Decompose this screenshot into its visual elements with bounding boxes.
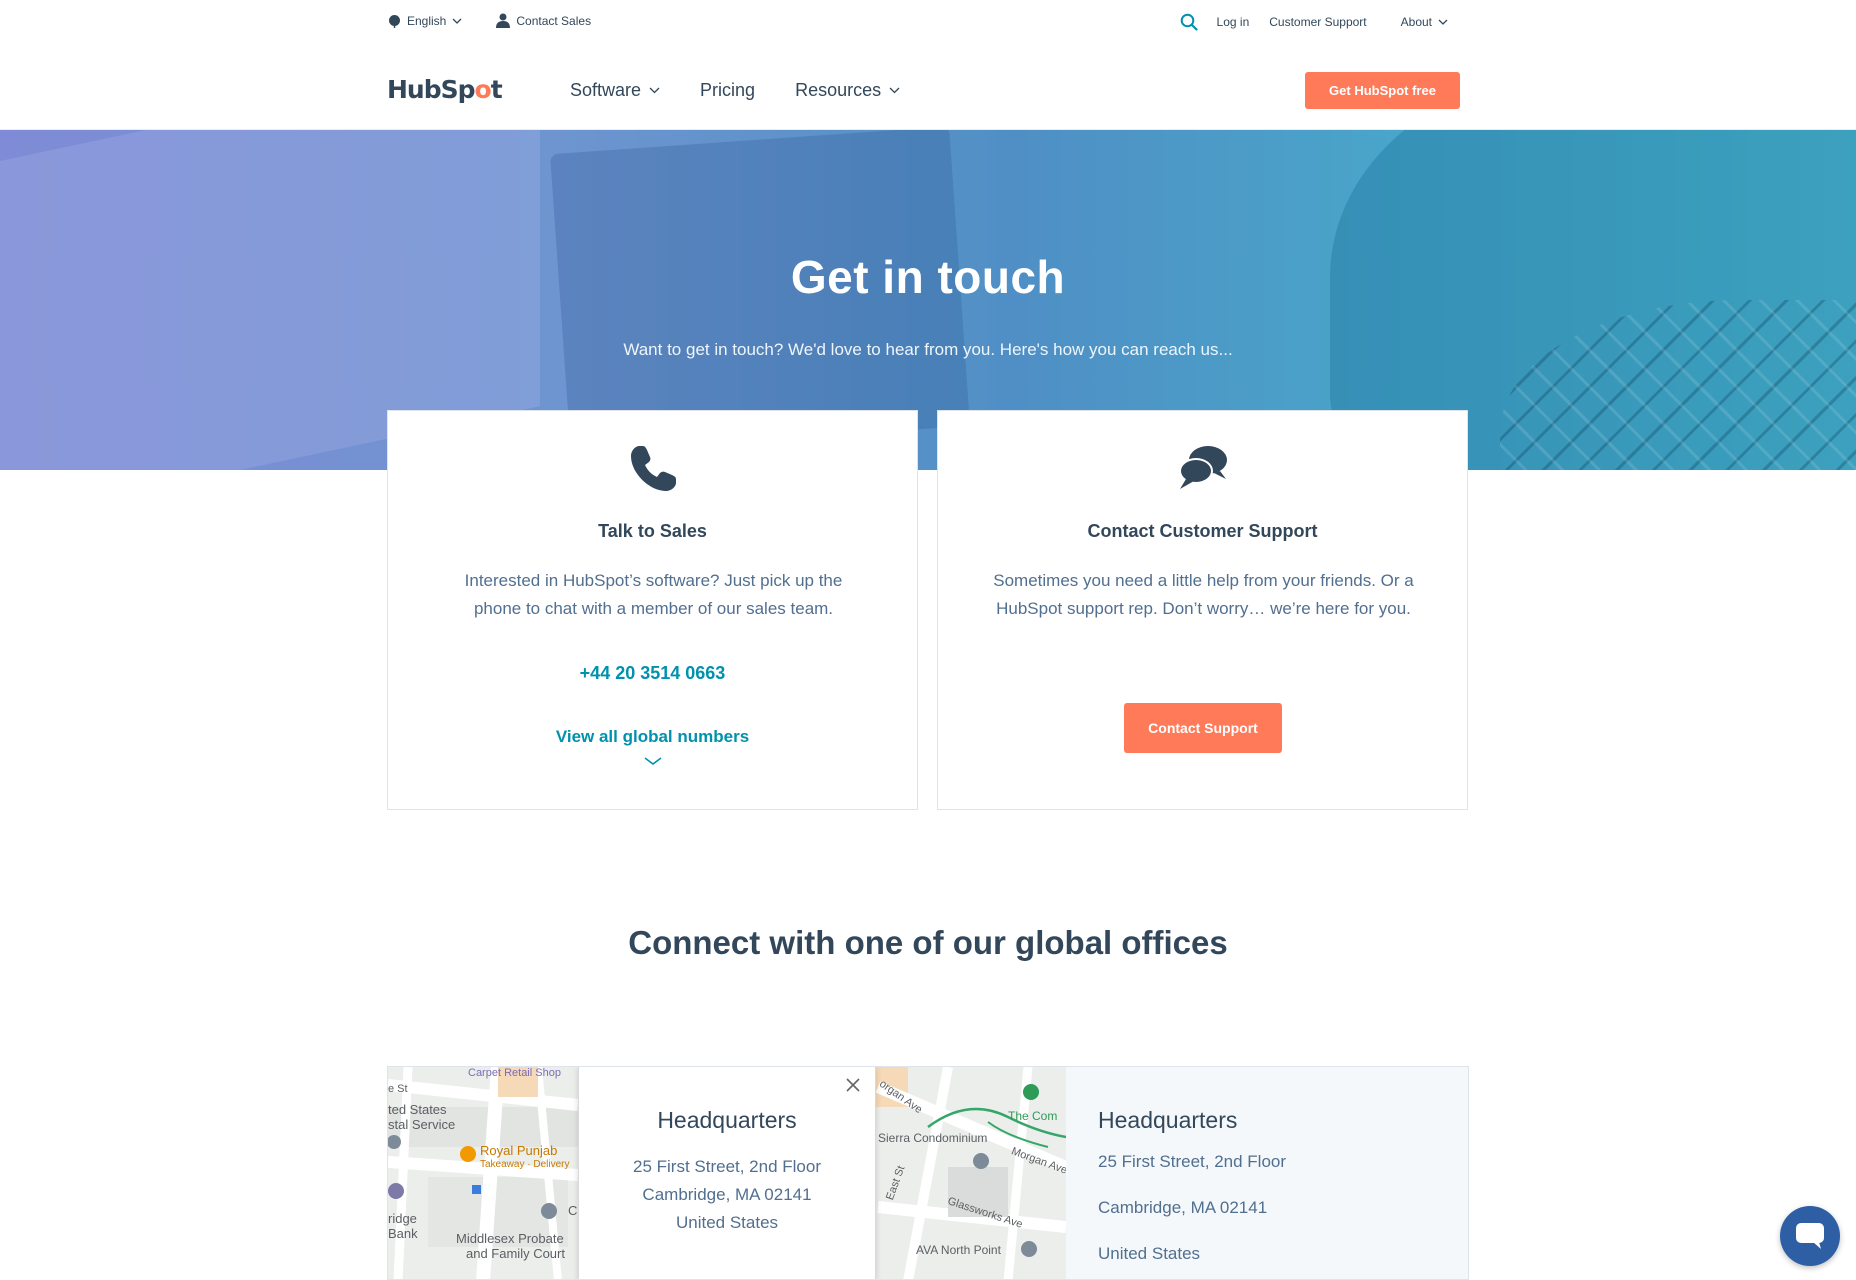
map-label: e St bbox=[388, 1083, 408, 1095]
talk-to-sales-card: Talk to Sales Interested in HubSpot’s so… bbox=[387, 410, 918, 810]
sales-phone-link[interactable]: +44 20 3514 0663 bbox=[388, 663, 917, 684]
info-window-address-line: United States bbox=[675, 1213, 779, 1232]
map-label: C bbox=[568, 1203, 578, 1218]
close-icon[interactable] bbox=[845, 1077, 861, 1093]
utility-bar: English Contact Sales Log in Customer Su… bbox=[0, 0, 1856, 44]
info-window-title: Headquarters bbox=[657, 1107, 797, 1133]
map-label: Royal Punjab bbox=[480, 1143, 558, 1158]
get-hubspot-free-button[interactable]: Get HubSpot free bbox=[1305, 72, 1460, 109]
chevron-down-icon bbox=[649, 87, 660, 94]
info-window-address-line: Cambridge, MA 02141 bbox=[642, 1185, 812, 1204]
contact-support-button[interactable]: Contact Support bbox=[1124, 703, 1282, 753]
map-info-window: Headquarters 25 First Street, 2nd Floor … bbox=[578, 1067, 876, 1279]
nav-resources[interactable]: Resources bbox=[795, 80, 900, 101]
user-icon bbox=[496, 13, 511, 28]
hubspot-logo[interactable]: HubSp o t bbox=[387, 74, 503, 104]
office-section: Carpet Retail Shop e St ted States stal … bbox=[387, 1066, 1469, 1280]
map-label: ridge bbox=[388, 1211, 417, 1226]
offices-heading: Connect with one of our global offices bbox=[628, 924, 1228, 961]
contact-sales-link[interactable]: Contact Sales bbox=[496, 13, 591, 28]
search-icon[interactable] bbox=[1180, 13, 1198, 31]
chevron-down-icon bbox=[1438, 19, 1448, 25]
hero-title: Get in touch bbox=[790, 251, 1066, 303]
chat-widget-button[interactable] bbox=[1780, 1206, 1840, 1266]
customer-support-card: Contact Customer Support Sometimes you n… bbox=[937, 410, 1468, 810]
card-title: Contact Customer Support bbox=[1087, 521, 1318, 541]
office-map[interactable]: Carpet Retail Shop e St ted States stal … bbox=[388, 1067, 1066, 1279]
office-address-line: 25 First Street, 2nd Floor bbox=[1098, 1152, 1287, 1171]
language-selector[interactable]: English bbox=[388, 14, 462, 28]
globe-icon bbox=[389, 14, 400, 28]
nav-links: Software Pricing Resources bbox=[570, 80, 900, 101]
hero-subtitle: Want to get in touch? We'd love to hear … bbox=[623, 340, 1233, 359]
map-label: The Com bbox=[1008, 1109, 1058, 1123]
phone-icon bbox=[630, 446, 676, 491]
nav-pricing[interactable]: Pricing bbox=[700, 80, 755, 101]
map-label: stal Service bbox=[388, 1117, 456, 1132]
chat-bubbles-icon bbox=[1178, 446, 1227, 489]
about-menu[interactable]: About bbox=[1401, 15, 1448, 29]
about-label: About bbox=[1400, 15, 1432, 29]
login-link[interactable]: Log in bbox=[1217, 15, 1250, 29]
chevron-down-icon bbox=[452, 18, 462, 24]
map-label: and Family Court bbox=[466, 1246, 565, 1261]
utility-left: English Contact Sales bbox=[388, 13, 591, 28]
map-label: ted States bbox=[388, 1102, 447, 1117]
map-label: Sierra Condominium bbox=[878, 1131, 988, 1145]
map-label: Carpet Retail Shop bbox=[468, 1067, 561, 1079]
hero-banner: Get in touch Want to get in touch? We'd … bbox=[0, 130, 1856, 470]
contact-sales-label: Contact Sales bbox=[516, 13, 592, 28]
nav-software[interactable]: Software bbox=[570, 80, 660, 101]
map-label: AVA North Point bbox=[916, 1243, 1001, 1257]
sprocket-letter: o bbox=[474, 74, 492, 104]
view-global-numbers-link[interactable]: View all global numbers bbox=[388, 727, 917, 747]
office-address-line: Cambridge, MA 02141 bbox=[1098, 1198, 1268, 1217]
office-details: Headquarters 25 First Street, 2nd Floor … bbox=[1098, 1107, 1287, 1279]
language-label: English bbox=[407, 13, 447, 28]
office-address-line: United States bbox=[1098, 1244, 1201, 1263]
card-title: Talk to Sales bbox=[598, 521, 707, 541]
map-label: Takeaway · Delivery bbox=[480, 1159, 570, 1170]
utility-right: Log in Customer Support About bbox=[1180, 13, 1448, 31]
card-description: Sometimes you need a little help from yo… bbox=[993, 571, 1414, 618]
card-description: Interested in HubSpot’s software? Just p… bbox=[464, 571, 843, 618]
office-title: Headquarters bbox=[1098, 1107, 1238, 1133]
chevron-down-icon[interactable] bbox=[644, 757, 662, 766]
map-label: Bank bbox=[388, 1226, 418, 1241]
chat-icon bbox=[1796, 1223, 1824, 1249]
main-navigation: HubSp o t Software Pricing Resources Get H… bbox=[0, 44, 1856, 130]
map-label: Middlesex Probate bbox=[456, 1231, 564, 1246]
chevron-down-icon bbox=[889, 87, 900, 94]
customer-support-link[interactable]: Customer Support bbox=[1269, 15, 1366, 29]
info-window-address-line: 25 First Street, 2nd Floor bbox=[632, 1157, 822, 1176]
